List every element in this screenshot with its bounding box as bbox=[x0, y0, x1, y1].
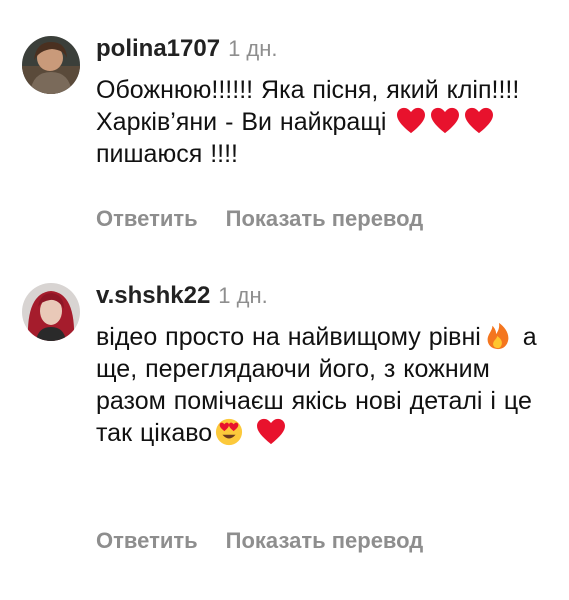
heart-icon bbox=[397, 107, 426, 134]
heart-eyes-icon bbox=[216, 418, 243, 446]
comment-text: Обожнюю!!!!!! Яка пісня, який кліп!!!! Х… bbox=[96, 76, 520, 168]
heart-icon bbox=[257, 418, 286, 445]
comment-actions: Ответить Показать перевод bbox=[96, 528, 423, 554]
comment-time: 1 дн. bbox=[228, 36, 278, 61]
username[interactable]: v.shshk22 bbox=[96, 282, 210, 309]
fire-icon bbox=[487, 322, 509, 350]
comment-actions: Ответить Показать перевод bbox=[96, 206, 423, 232]
heart-icon bbox=[465, 107, 494, 134]
heart-icon bbox=[431, 107, 460, 134]
comment-text: відео просто на найвищому рівні а ще, пе… bbox=[96, 322, 537, 447]
avatar[interactable] bbox=[22, 283, 80, 341]
username[interactable]: polina1707 bbox=[96, 35, 220, 62]
avatar[interactable] bbox=[22, 36, 80, 94]
reply-button[interactable]: Ответить bbox=[96, 206, 198, 231]
show-translation-button[interactable]: Показать перевод bbox=[226, 528, 424, 553]
show-translation-button[interactable]: Показать перевод bbox=[226, 206, 424, 231]
comment-time: 1 дн. bbox=[218, 283, 268, 308]
reply-button[interactable]: Ответить bbox=[96, 528, 198, 553]
